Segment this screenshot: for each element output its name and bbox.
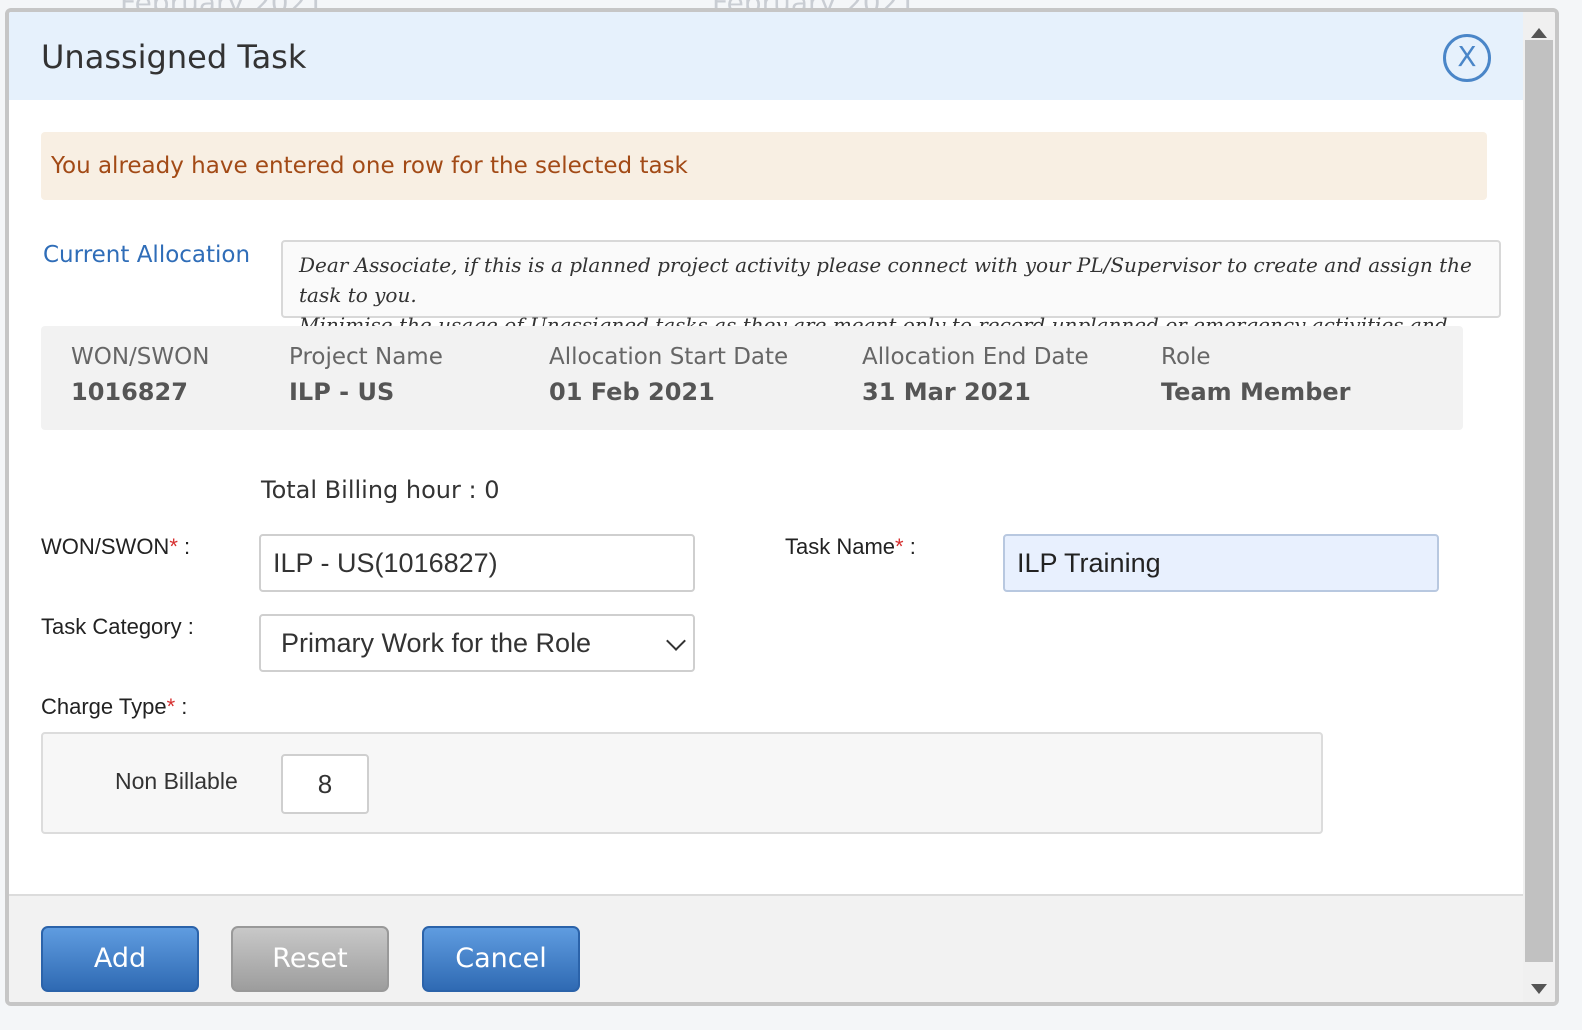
- scroll-up-arrow-icon[interactable]: [1531, 28, 1547, 38]
- total-billing-hours: Total Billing hour : 0: [261, 476, 500, 504]
- allocation-label: Project Name: [289, 344, 443, 370]
- scrollbar-thumb[interactable]: [1525, 40, 1553, 962]
- dialog-scrollbar[interactable]: [1523, 12, 1555, 1002]
- allocation-label: Allocation End Date: [862, 344, 1089, 370]
- dialog-footer: Add Reset Cancel: [9, 894, 1523, 1002]
- task-category-label: Task Category :: [41, 614, 194, 639]
- task-name-label: Task Name* :: [785, 534, 916, 560]
- associate-notice: Dear Associate, if this is a planned pro…: [281, 240, 1501, 367]
- required-mark: *: [166, 694, 176, 719]
- allocation-label: Allocation Start Date: [549, 344, 789, 370]
- label-colon: :: [903, 534, 916, 559]
- allocation-label: WON/SWON: [71, 344, 210, 370]
- add-button[interactable]: Add: [41, 926, 199, 992]
- non-billable-label: Non Billable: [115, 768, 238, 794]
- label-text: Charge Type: [41, 694, 167, 719]
- allocation-value: ILP - US: [289, 378, 395, 406]
- won-swon-label: WON/SWON* :: [41, 534, 190, 560]
- select-value: Primary Work for the Role: [281, 628, 592, 658]
- allocation-project: Project Name ILP - US: [289, 344, 443, 406]
- notice-line: Dear Associate, if this is a planned pro…: [299, 253, 1472, 307]
- won-swon-field[interactable]: ILP - US(1016827): [259, 534, 695, 592]
- task-name-field[interactable]: ILP Training: [1003, 534, 1439, 592]
- label-text: WON/SWON: [41, 534, 170, 559]
- unassigned-task-dialog: Unassigned Task X You already have enter…: [5, 8, 1559, 1006]
- allocation-label: Role: [1161, 344, 1211, 370]
- dialog-title: Unassigned Task: [41, 38, 307, 76]
- allocation-won: WON/SWON 1016827: [71, 344, 209, 406]
- label-colon: :: [177, 534, 191, 559]
- charge-type-label: Charge Type* :: [41, 694, 187, 720]
- allocation-end: Allocation End Date 31 Mar 2021: [862, 344, 1089, 406]
- dialog-header: Unassigned Task X: [9, 12, 1523, 100]
- charge-type-panel: Non Billable 8: [41, 732, 1323, 834]
- chevron-down-icon: [666, 631, 686, 651]
- label-colon: :: [175, 694, 188, 719]
- non-billable-hours-input[interactable]: 8: [281, 754, 369, 814]
- allocation-summary: WON/SWON 1016827 Project Name ILP - US A…: [41, 326, 1463, 430]
- allocation-value: 01 Feb 2021: [549, 378, 715, 406]
- cancel-button[interactable]: Cancel: [422, 926, 580, 992]
- required-mark: *: [895, 534, 904, 559]
- required-mark: *: [169, 534, 178, 559]
- task-category-select[interactable]: Primary Work for the Role: [259, 614, 695, 672]
- allocation-value: 1016827: [71, 378, 188, 406]
- warning-alert: You already have entered one row for the…: [41, 132, 1487, 200]
- allocation-value: Team Member: [1161, 378, 1351, 406]
- label-text: Task Name: [785, 534, 896, 559]
- reset-button[interactable]: Reset: [231, 926, 389, 992]
- allocation-start: Allocation Start Date 01 Feb 2021: [549, 344, 788, 406]
- scroll-down-arrow-icon[interactable]: [1531, 984, 1547, 994]
- current-allocation-link[interactable]: Current Allocation: [43, 242, 250, 268]
- allocation-role: Role Team Member: [1161, 344, 1350, 406]
- allocation-value: 31 Mar 2021: [862, 378, 1031, 406]
- close-icon[interactable]: X: [1443, 34, 1491, 82]
